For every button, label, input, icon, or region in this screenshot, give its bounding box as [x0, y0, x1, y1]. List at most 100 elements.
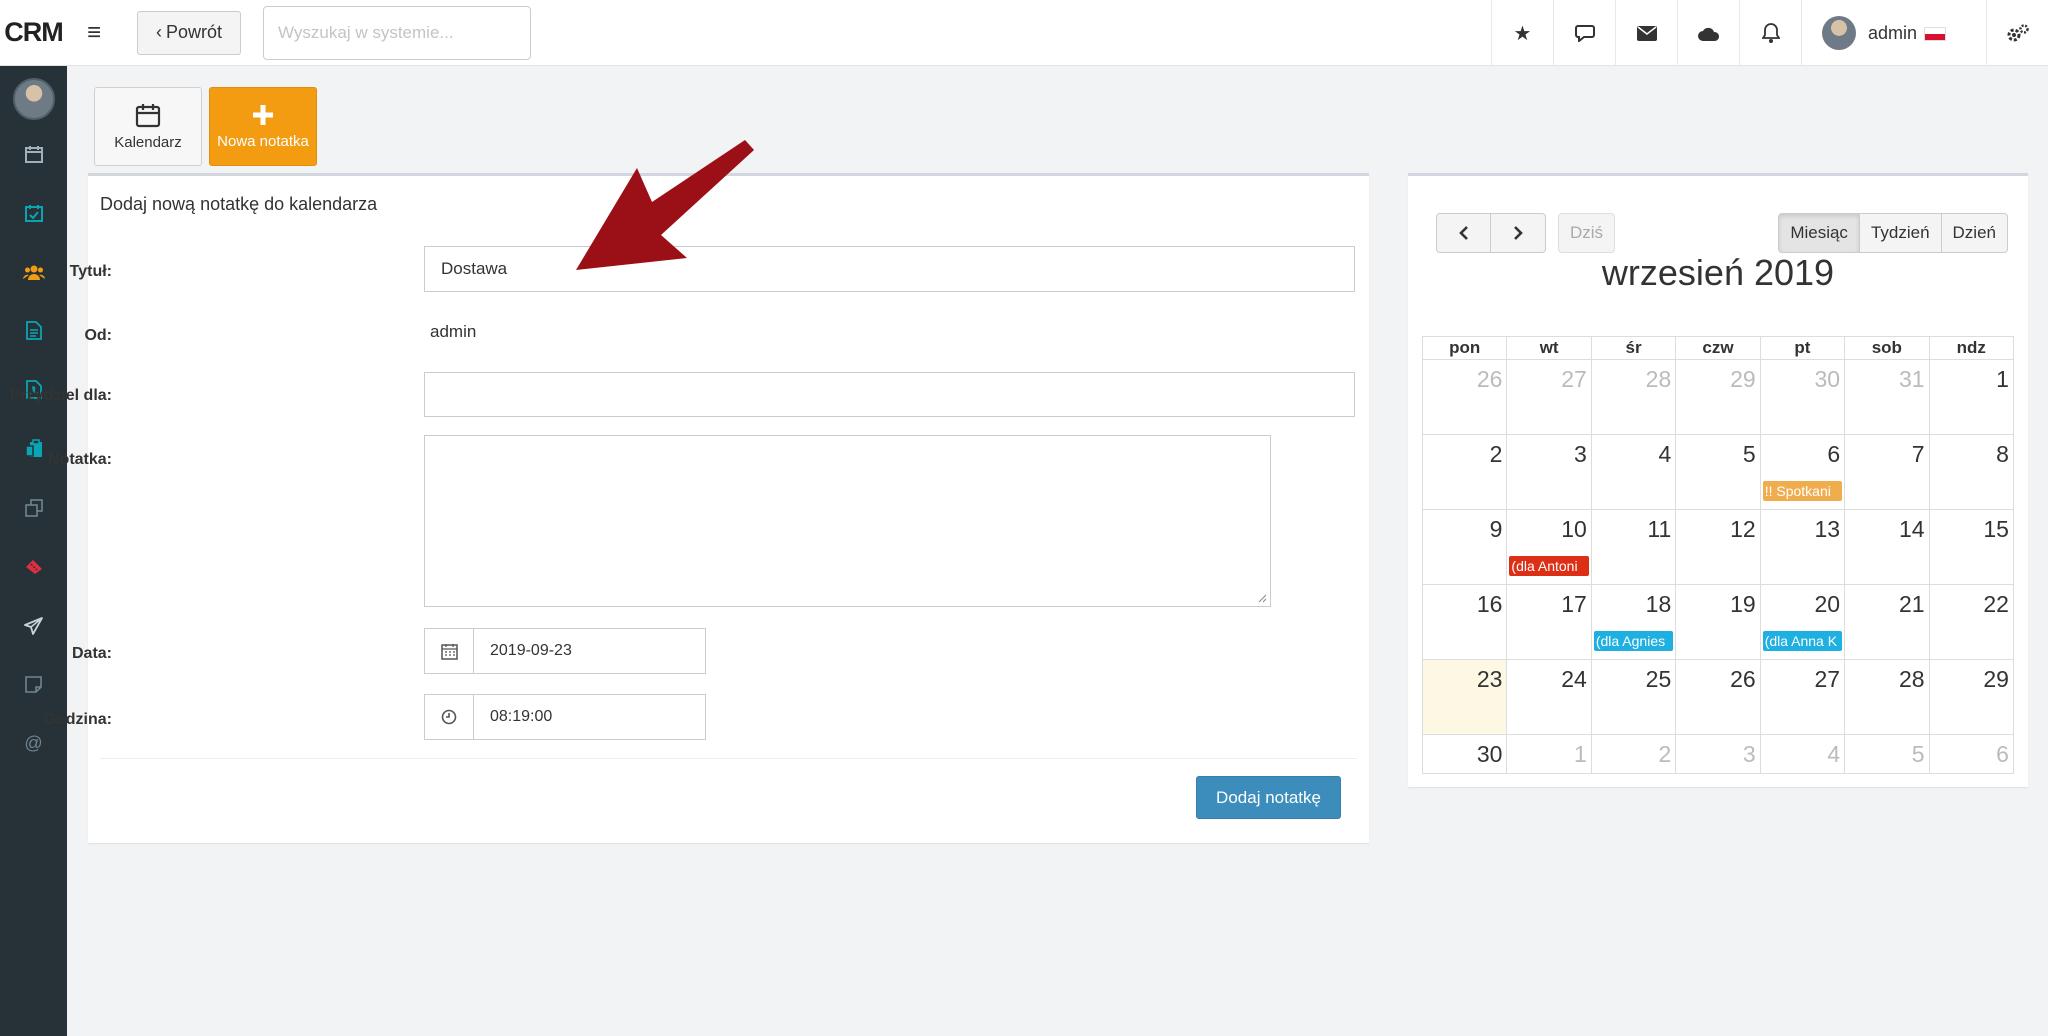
calendar-day[interactable]: 12: [1676, 510, 1761, 584]
new-note-tile-label: Nowa notatka: [217, 133, 309, 150]
settings-gears-icon[interactable]: [1986, 0, 2048, 66]
calendar-day[interactable]: 27: [1507, 360, 1592, 434]
calendar-day[interactable]: 26: [1423, 360, 1508, 434]
calendar-day[interactable]: 30: [1423, 735, 1508, 773]
search-input[interactable]: [263, 5, 532, 60]
calendar-day[interactable]: 28: [1845, 660, 1930, 734]
calendar-day[interactable]: 4: [1761, 735, 1846, 773]
assign-to-input[interactable]: [424, 372, 1355, 417]
sidebar-item-documents[interactable]: [0, 301, 67, 360]
calendar-day[interactable]: 19: [1676, 585, 1761, 659]
calendar-day-today[interactable]: 23: [1423, 660, 1508, 734]
calendar-day[interactable]: 20 (dla Anna K: [1761, 585, 1846, 659]
back-button[interactable]: ‹ Powrót: [137, 10, 242, 55]
day-number: 29: [1983, 666, 2009, 692]
chat-icon[interactable]: [1553, 0, 1615, 66]
weekday-label: pt: [1761, 337, 1846, 359]
calendar-day[interactable]: 24: [1507, 660, 1592, 734]
sidebar-item-notes[interactable]: [0, 655, 67, 714]
calendar-day[interactable]: 10 (dla Antoni: [1507, 510, 1592, 584]
calendar-day[interactable]: 11: [1592, 510, 1677, 584]
chevron-left-icon: [1458, 226, 1468, 240]
menu-toggle-icon[interactable]: ≡: [67, 0, 121, 66]
calendar-day[interactable]: 13: [1761, 510, 1846, 584]
calendar-weeks: 26 27 28 29 30 31 1 2 3 4 5 6!! Spotkani 7 8 9 10 (dla A…: [1423, 360, 2014, 774]
calendar-day[interactable]: 1: [1930, 360, 2014, 434]
prev-month-button[interactable]: [1436, 213, 1491, 253]
calendar-day[interactable]: 26: [1676, 660, 1761, 734]
calendar-day[interactable]: 5: [1845, 735, 1930, 773]
calendar-day[interactable]: 17: [1507, 585, 1592, 659]
calendar-icon: [24, 145, 43, 163]
time-input[interactable]: 08:19:00: [473, 694, 706, 740]
calendar-day[interactable]: 22: [1930, 585, 2014, 659]
calendar-day[interactable]: 16: [1423, 585, 1508, 659]
today-button[interactable]: Dziś: [1558, 213, 1615, 253]
calendar-day[interactable]: 7: [1845, 435, 1930, 509]
bell-icon[interactable]: [1739, 0, 1801, 66]
calendar-event[interactable]: (dla Antoni: [1509, 556, 1589, 576]
calendar-day[interactable]: 29: [1676, 360, 1761, 434]
calendar-week-row: 26 27 28 29 30 31 1: [1423, 360, 2014, 435]
user-menu[interactable]: admin: [1801, 0, 1986, 66]
calendar-day[interactable]: 18 (dla Agnies: [1592, 585, 1677, 659]
day-number: 22: [1983, 591, 2009, 617]
calendar-day[interactable]: 27: [1761, 660, 1846, 734]
calendar-day[interactable]: 14: [1845, 510, 1930, 584]
sidebar-avatar[interactable]: [12, 78, 55, 120]
calendar-day[interactable]: 1: [1507, 735, 1592, 773]
day-number: 13: [1814, 516, 1841, 542]
polish-flag-icon: [1924, 26, 1947, 41]
calendar-event[interactable]: (dla Anna K: [1762, 631, 1843, 651]
day-number: 1: [1996, 366, 2009, 392]
add-note-button[interactable]: Dodaj notatkę: [1196, 776, 1341, 819]
date-input[interactable]: 2019-09-23: [473, 628, 706, 674]
day-number: 14: [1898, 516, 1925, 542]
sidebar-item-clipboard[interactable]: [0, 419, 67, 478]
cloud-icon[interactable]: [1677, 0, 1739, 66]
calendar-day[interactable]: 29: [1930, 660, 2014, 734]
calendar-day[interactable]: 3: [1507, 435, 1592, 509]
date-picker-button[interactable]: [424, 628, 474, 674]
envelope-icon[interactable]: [1615, 0, 1677, 66]
calendar-day[interactable]: 6: [1930, 735, 2014, 773]
note-textarea[interactable]: [424, 435, 1271, 607]
calendar-day[interactable]: 30: [1761, 360, 1846, 434]
day-number: 27: [1561, 366, 1587, 392]
calendar-title: wrzesień 2019: [1601, 252, 1835, 293]
calendar-day[interactable]: 4: [1592, 435, 1677, 509]
view-week-button[interactable]: Tydzień: [1859, 213, 1942, 253]
calendar-event[interactable]: (dla Agnies: [1593, 631, 1674, 651]
day-number: 2: [1658, 741, 1672, 767]
calendar-day[interactable]: 21: [1845, 585, 1930, 659]
view-day-button[interactable]: Dzień: [1941, 213, 2008, 253]
calendar-day[interactable]: 5: [1676, 435, 1761, 509]
calendar-day[interactable]: 25: [1592, 660, 1677, 734]
calendar-day[interactable]: 9: [1423, 510, 1508, 584]
new-note-tile-button[interactable]: Nowa notatka: [209, 87, 317, 166]
calendar-check-icon: [24, 204, 43, 222]
sidebar-item-send[interactable]: [0, 596, 67, 655]
calendar-event[interactable]: !! Spotkani: [1762, 481, 1843, 501]
calendar-day[interactable]: 15: [1930, 510, 2014, 584]
next-month-button[interactable]: [1491, 213, 1546, 253]
calendar-day[interactable]: 2: [1423, 435, 1508, 509]
sidebar-item-copy[interactable]: [0, 478, 67, 537]
view-month-button[interactable]: Miesiąc: [1778, 213, 1860, 253]
calendar-day[interactable]: 3: [1676, 735, 1761, 773]
calendar-day[interactable]: 8: [1930, 435, 2014, 509]
time-picker-button[interactable]: [424, 694, 474, 740]
sidebar-item-tickets[interactable]: [0, 537, 67, 596]
sidebar-item-contacts[interactable]: [0, 242, 67, 301]
calendar-day[interactable]: 28: [1592, 360, 1677, 434]
calendar-tile-button[interactable]: Kalendarz: [94, 87, 202, 166]
weekday-label: ndz: [1930, 337, 2014, 359]
sidebar-item-calendar[interactable]: [0, 124, 67, 183]
calendar-day[interactable]: 6 !! Spotkani: [1761, 435, 1846, 509]
app-logo[interactable]: CRM: [0, 0, 67, 66]
resize-handle-icon: [1258, 594, 1267, 603]
star-icon[interactable]: ★: [1491, 0, 1553, 66]
calendar-day[interactable]: 31: [1845, 360, 1930, 434]
sidebar-item-tasks[interactable]: [0, 183, 67, 242]
calendar-day[interactable]: 2: [1592, 735, 1677, 773]
